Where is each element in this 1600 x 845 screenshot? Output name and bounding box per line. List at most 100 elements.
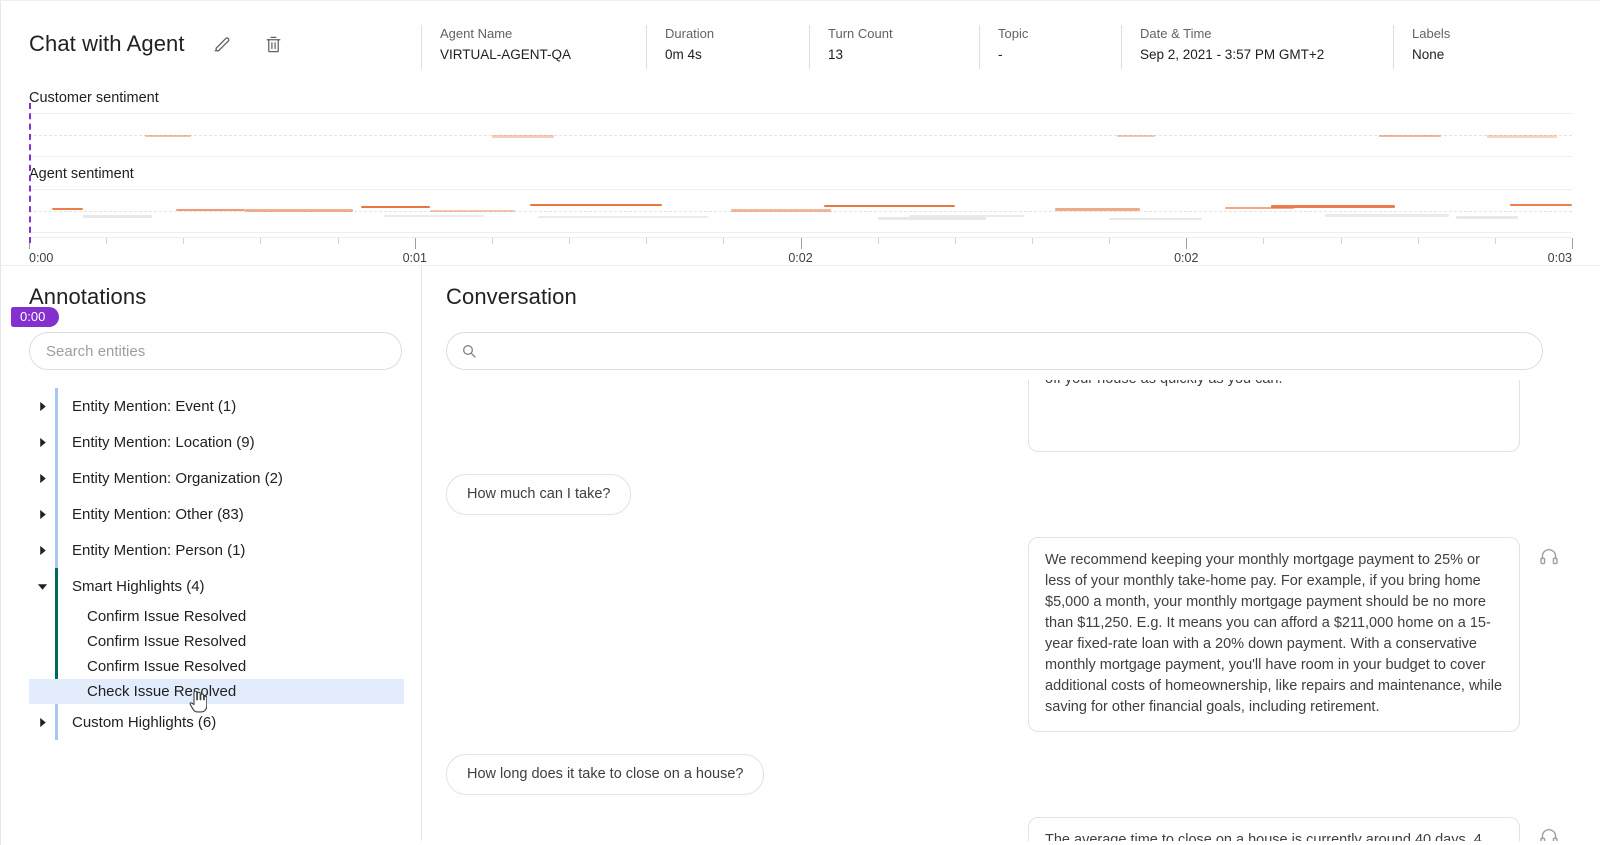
- sentiment-segment: [1116, 134, 1156, 138]
- axis-tick: [723, 238, 725, 244]
- search-entities-input[interactable]: [46, 342, 385, 360]
- playhead-time-badge[interactable]: 0:00: [11, 307, 60, 327]
- sentiment-segment: [1510, 203, 1572, 207]
- sentiment-timeline[interactable]: Customer sentiment Agent sentiment 0:00 0…: [1, 79, 1600, 327]
- sentiment-segment: [430, 209, 516, 213]
- axis-tick-label: 0:03: [1547, 251, 1572, 265]
- axis-tick: [1494, 238, 1496, 244]
- axis-tick-label: 0:02: [1174, 251, 1199, 265]
- sentiment-segment: [1379, 134, 1441, 138]
- customer-baseline: [29, 135, 1572, 136]
- annotation-group-row[interactable]: Entity Mention: Other (83): [29, 496, 421, 532]
- message-text: How long does it take to close on a hous…: [467, 766, 744, 782]
- sentiment-segment: [83, 215, 153, 218]
- chevron-down-icon[interactable]: [29, 581, 55, 592]
- annotation-group-row[interactable]: Entity Mention: Person (1): [29, 532, 421, 568]
- annotation-group-row[interactable]: Smart Highlights (4): [29, 568, 421, 604]
- search-conversation-box[interactable]: [446, 332, 1543, 370]
- sentiment-segment: [1055, 208, 1140, 211]
- axis-tick: [569, 238, 571, 244]
- annotation-child-label: Check Issue Resolved: [87, 683, 237, 700]
- annotation-child-row[interactable]: Confirm Issue Resolved: [29, 604, 404, 629]
- conversation-message-list[interactable]: toward paying off the principal balance …: [434, 380, 1572, 841]
- sentiment-segment: [52, 207, 83, 211]
- page-header: Chat with Agent Agent Name VIRTUAL-AGENT…: [1, 1, 1600, 79]
- annotation-child-row[interactable]: Confirm Issue Resolved: [29, 654, 404, 679]
- annotation-group-row[interactable]: Custom Highlights (6): [29, 704, 421, 740]
- meta-label: Agent Name: [440, 26, 513, 41]
- axis-tick: [1263, 238, 1265, 244]
- customer-message-bubble[interactable]: How long does it take to close on a hous…: [446, 754, 765, 795]
- conversation-message-row: How long does it take to close on a hous…: [434, 754, 1572, 795]
- meta-value: 13: [828, 47, 844, 62]
- edit-title-button[interactable]: [207, 29, 237, 59]
- axis-tick: [1417, 238, 1419, 244]
- annotation-child-row[interactable]: Confirm Issue Resolved: [29, 629, 404, 654]
- annotations-title: Annotations: [29, 284, 147, 309]
- axis-tick: [1109, 238, 1111, 244]
- agent-message-bubble[interactable]: We recommend keeping your monthly mortga…: [1028, 537, 1520, 732]
- trash-icon: [264, 35, 283, 54]
- meta-turn-count: Turn Count 13: [809, 25, 979, 69]
- chevron-right-icon[interactable]: [29, 401, 55, 412]
- chevron-right-icon[interactable]: [29, 437, 55, 448]
- sentiment-segment: [491, 135, 554, 138]
- chevron-right-icon[interactable]: [29, 545, 55, 556]
- conversation-analysis-page: Chat with Agent Agent Name VIRTUAL-AGENT…: [0, 0, 1600, 845]
- title-block: Chat with Agent: [29, 1, 421, 59]
- annotation-child-row-selected[interactable]: Check Issue Resolved: [29, 679, 404, 713]
- annotation-group-label: Smart Highlights (4): [72, 577, 205, 595]
- meta-label: Topic: [998, 26, 1029, 41]
- annotation-accent-bar: [55, 532, 58, 568]
- customer-sentiment-chart: [29, 113, 1572, 157]
- annotation-accent-bar: [55, 388, 58, 424]
- sentiment-segment: [823, 204, 955, 208]
- conversation-title: Conversation: [446, 284, 577, 309]
- conversation-pane: Conversation toward paying off the princ…: [422, 266, 1600, 841]
- annotation-group-row[interactable]: Entity Mention: Event (1): [29, 388, 421, 424]
- sentiment-segment: [245, 209, 354, 212]
- axis-tick: [260, 238, 262, 244]
- annotation-child-label: Confirm Issue Resolved: [87, 608, 247, 625]
- headset-icon[interactable]: [1536, 545, 1562, 569]
- delete-conversation-button[interactable]: [259, 29, 289, 59]
- headset-icon[interactable]: [1536, 825, 1562, 841]
- annotation-accent-bar: [55, 568, 58, 604]
- agent-message-bubble[interactable]: toward paying off the principal balance …: [1028, 380, 1520, 452]
- annotation-group-row[interactable]: Entity Mention: Organization (2): [29, 460, 421, 496]
- meta-labels: Labels None: [1393, 25, 1573, 69]
- sentiment-segment: [908, 214, 1025, 218]
- search-conversation-input[interactable]: [487, 342, 1528, 360]
- meta-value: VIRTUAL-AGENT-QA: [440, 47, 572, 62]
- timeline-playhead[interactable]: [29, 103, 31, 243]
- chevron-right-icon[interactable]: [29, 473, 55, 484]
- axis-tick-major: [1572, 238, 1573, 249]
- chevron-right-icon[interactable]: [29, 509, 55, 520]
- chevron-right-icon[interactable]: [29, 717, 55, 728]
- annotation-group-label: Entity Mention: Person (1): [72, 541, 246, 559]
- sentiment-segment: [731, 209, 832, 212]
- meta-date-time: Date & Time Sep 2, 2021 - 3:57 PM GMT+2: [1121, 25, 1393, 69]
- conversation-message-row: How much can I take?: [434, 474, 1572, 515]
- axis-tick-label: 0:00: [29, 251, 54, 265]
- pencil-icon: [212, 34, 232, 54]
- annotation-group-row[interactable]: Entity Mention: Location (9): [29, 424, 421, 460]
- annotation-child-label: Confirm Issue Resolved: [87, 658, 247, 675]
- meta-value: Sep 2, 2021 - 3:57 PM GMT+2: [1140, 47, 1325, 62]
- axis-tick-major: [414, 238, 416, 249]
- meta-label: Turn Count: [828, 26, 893, 41]
- axis-tick: [183, 238, 185, 244]
- agent-sentiment-chart: [29, 189, 1572, 233]
- message-text: toward paying off the principal balance …: [1045, 380, 1491, 387]
- annotation-group-label: Entity Mention: Organization (2): [72, 469, 283, 487]
- sentiment-segment: [175, 208, 245, 212]
- customer-message-bubble[interactable]: How much can I take?: [446, 474, 632, 515]
- annotation-accent-bar: [55, 460, 58, 496]
- annotation-accent-bar: [55, 704, 58, 740]
- axis-tick: [1340, 238, 1342, 244]
- axis-tick: [646, 238, 648, 244]
- annotation-group-label: Custom Highlights (6): [72, 713, 217, 731]
- annotations-tree[interactable]: Entity Mention: Event (1) Entity Mention:…: [29, 388, 421, 740]
- agent-message-bubble[interactable]: The average time to close on a house is …: [1028, 817, 1520, 841]
- search-entities-box[interactable]: [29, 332, 402, 370]
